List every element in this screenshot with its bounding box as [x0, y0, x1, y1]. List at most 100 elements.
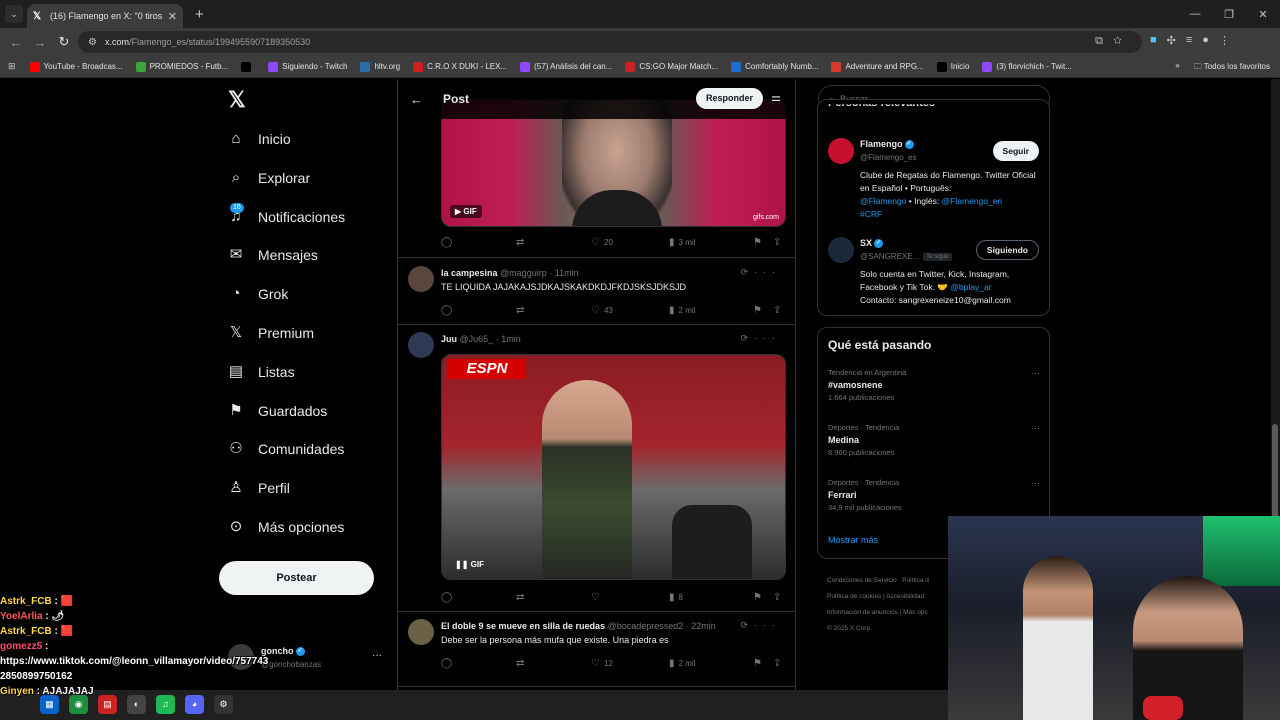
nav-item-guardados[interactable]: ⚑ Guardados — [228, 402, 327, 419]
footer-link[interactable]: Información de anuncios — [827, 609, 898, 616]
more-dots-icon[interactable]: ··· — [372, 650, 382, 661]
gif-badge[interactable]: ▶ GIF — [450, 205, 482, 218]
reload-icon[interactable]: ↻ — [52, 34, 76, 50]
follow-button[interactable]: Seguir — [992, 141, 1039, 161]
repost-action[interactable]: ⇄ — [516, 590, 591, 604]
nav-item-grok[interactable]: ◔ Grok — [228, 286, 288, 303]
views-action[interactable]: ▮ 2 mil — [669, 303, 753, 317]
tab-search-button[interactable]: ⌄ — [5, 5, 23, 23]
media-controls-icon[interactable]: ≡ — [1186, 34, 1192, 47]
tweet[interactable]: la campesina @magguirp · 11min ⟳··· TE L… — [398, 258, 795, 323]
back-arrow-icon[interactable]: ← — [410, 92, 423, 107]
bookmarks-overflow-icon[interactable]: » — [1175, 61, 1179, 75]
like-action[interactable]: ♡ 43 — [591, 303, 669, 317]
bookmark-item[interactable]: YouTube - Broadcas... — [29, 61, 123, 72]
bookmark-item[interactable]: Comfortably Numb... — [731, 61, 818, 72]
back-icon[interactable]: ← — [4, 35, 28, 50]
share-action[interactable]: ⇪ — [773, 235, 781, 249]
bookmark-item[interactable]: C.R.O X DUKI - LEX... — [413, 61, 507, 72]
grok-more-icons[interactable]: ⟳··· — [740, 267, 781, 278]
like-action[interactable]: ♡ 12 — [591, 656, 669, 670]
new-tab-icon[interactable]: + — [195, 6, 204, 23]
reply-button[interactable]: Responder — [695, 88, 763, 109]
more-dots-icon[interactable]: ··· — [1031, 478, 1040, 488]
reply-action[interactable]: ◯ — [441, 235, 516, 249]
like-action[interactable]: ♡ 20 — [591, 235, 669, 249]
nav-item-listas[interactable]: ▤ Listas — [228, 363, 295, 380]
gif-media[interactable]: ESPN ❚❚ GIF — [441, 354, 786, 580]
site-info-icon[interactable]: ⚙ — [88, 37, 97, 48]
browser-tab[interactable]: 𝕏 (16) Flamengo en X: "0 tiros al a ✕ — [27, 4, 183, 28]
close-tab-icon[interactable]: ✕ — [168, 10, 177, 23]
x-logo-icon[interactable]: 𝕏 — [228, 87, 246, 113]
trend-item[interactable]: Tendencia en Argentina #vamosnene 1.664 pu… — [828, 368, 1040, 402]
repost-action[interactable]: ⇄ — [516, 235, 591, 249]
views-action[interactable]: ▮ 3 mil — [669, 235, 753, 249]
extension-icon[interactable]: ■ — [1150, 34, 1157, 47]
forward-icon[interactable]: → — [28, 35, 52, 50]
bookmark-item[interactable]: (57) Análisis del can... — [520, 61, 612, 72]
grok-more-icons[interactable]: ⟳··· — [740, 333, 781, 344]
share-action[interactable]: ⇪ — [773, 656, 781, 670]
filter-icon[interactable]: ⚌ — [771, 91, 781, 104]
bookmark-item[interactable]: hltv.org — [360, 61, 400, 72]
bookmark-action[interactable]: ⚑ — [753, 303, 773, 317]
more-dots-icon[interactable]: ··· — [1031, 423, 1040, 433]
bio-link[interactable]: @Flamengo — [860, 196, 906, 206]
footer-link[interactable]: Política de cookies — [827, 593, 881, 600]
like-action[interactable]: ♡ — [591, 590, 669, 604]
maximize-icon[interactable]: ❐ — [1212, 8, 1246, 21]
tweet[interactable]: El doble 9 se mueve en silla de ruedas @… — [398, 612, 795, 692]
footer-link[interactable]: Más opc — [903, 609, 928, 616]
extensions-puzzle-icon[interactable]: ✣ — [1167, 34, 1176, 47]
post-button[interactable]: Postear — [219, 561, 374, 595]
bookmark-action[interactable]: ⚑ — [753, 656, 773, 670]
bio-link[interactable]: @bplay_ar — [950, 282, 991, 292]
chrome-menu-icon[interactable]: ⋮ — [1219, 34, 1230, 47]
bookmark-item[interactable]: CS:GO Major Match... — [625, 61, 718, 72]
bio-link[interactable]: @Flamengo_en — [942, 196, 1003, 206]
share-action[interactable]: ⇪ — [773, 590, 781, 604]
trend-item[interactable]: Deportes · Tendencia Ferrari 34,9 mil publ… — [828, 478, 1040, 512]
nav-item-más-opciones[interactable]: ⊙ Más opciones — [228, 519, 345, 536]
repost-action[interactable]: ⇄ — [516, 303, 591, 317]
bookmark-item[interactable] — [241, 61, 255, 72]
minimize-icon[interactable]: — — [1178, 8, 1212, 20]
nav-item-comunidades[interactable]: ⚇ Comunidades — [228, 441, 344, 458]
bookmark-item[interactable]: (3) florvichich - Twit... — [982, 61, 1072, 72]
profile-avatar-icon[interactable]: ● — [1202, 34, 1209, 47]
trend-item[interactable]: Deportes · Tendencia Medina 8.960 publicac… — [828, 423, 1040, 457]
reply-action[interactable]: ◯ — [441, 303, 516, 317]
nav-item-mensajes[interactable]: ✉ Mensajes — [228, 247, 318, 264]
nav-item-premium[interactable]: 𝕏 Premium — [228, 325, 314, 342]
bookmark-action[interactable]: ⚑ — [753, 235, 773, 249]
views-action[interactable]: ▮ 8 — [669, 590, 753, 604]
bookmark-item[interactable]: Inicio — [936, 61, 969, 72]
bookmark-item[interactable]: Adventure and RPG... — [831, 61, 924, 72]
nav-item-notificaciones[interactable]: ♫ 16 Notificaciones — [228, 202, 345, 225]
bio-hashtag[interactable]: #CRF — [860, 209, 882, 219]
gif-badge[interactable]: ❚❚ GIF — [450, 558, 489, 571]
footer-link[interactable]: Condiciones de Servicio — [827, 577, 897, 584]
following-button[interactable]: Siguiendo — [975, 240, 1039, 260]
more-dots-icon[interactable]: ··· — [1031, 368, 1040, 378]
apps-grid-icon[interactable]: ⊞ — [8, 61, 16, 72]
reply-action[interactable]: ◯ — [441, 656, 516, 670]
close-window-icon[interactable]: ✕ — [1246, 8, 1280, 21]
bookmark-action[interactable]: ⚑ — [753, 590, 773, 604]
bookmark-star-icon[interactable]: ⧉☆ — [1095, 35, 1132, 48]
all-favorites[interactable]: 🗀 Todos los favoritos — [1194, 61, 1270, 75]
show-more-link[interactable]: Mostrar más — [828, 535, 878, 545]
nav-item-explorar[interactable]: ⌕ Explorar — [228, 169, 310, 186]
share-action[interactable]: ⇪ — [773, 303, 781, 317]
repost-action[interactable]: ⇄ — [516, 656, 591, 670]
views-action[interactable]: ▮ 2 mil — [669, 656, 753, 670]
nav-item-inicio[interactable]: ⌂ Inicio — [228, 131, 290, 148]
bookmark-item[interactable]: Siguiendo - Twitch — [268, 61, 347, 72]
reply-action[interactable]: ◯ — [441, 590, 516, 604]
nav-item-perfil[interactable]: ♙ Perfil — [228, 480, 290, 497]
bookmark-item[interactable]: PROMIEDOS - Futb... — [135, 61, 228, 72]
footer-link[interactable]: Accesibilidad — [886, 593, 924, 600]
address-bar[interactable]: ⚙ x.com/Flamengo_es/status/1994955907189… — [78, 31, 1142, 53]
tweet[interactable]: Juu @Ju65_ · 1min ⟳··· ESPN ❚❚ GIF ◯ ⇄ ♡… — [398, 325, 795, 611]
